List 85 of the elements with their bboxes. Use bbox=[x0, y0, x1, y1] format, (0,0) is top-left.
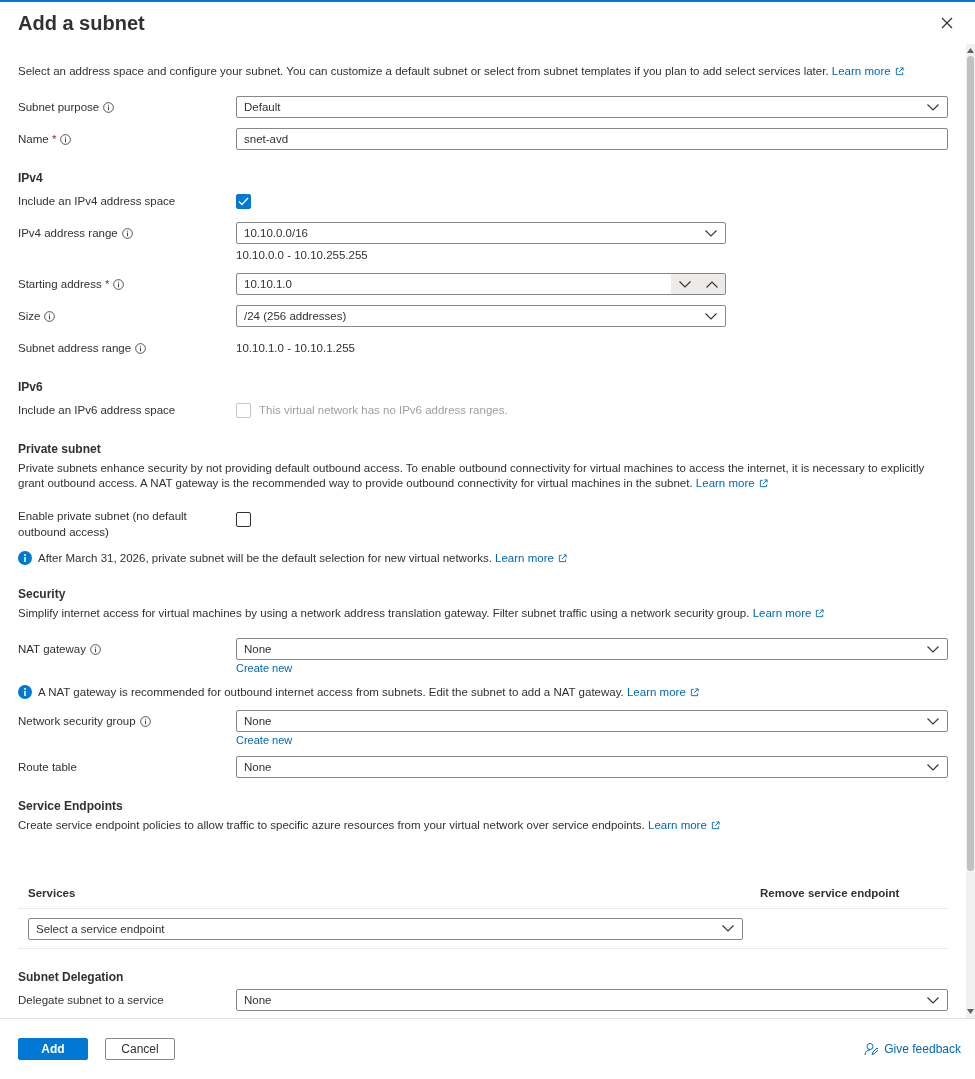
scroll-up-icon[interactable] bbox=[967, 48, 974, 53]
info-icon bbox=[18, 685, 32, 699]
info-message: A NAT gateway is recommended for outbound internet access from subnets. Edit the subnet to add a NAT gateway. Learn more bbox=[38, 684, 699, 700]
field-label: Subnet purpose bbox=[18, 100, 100, 115]
cancel-button[interactable]: Cancel bbox=[105, 1038, 175, 1060]
close-button[interactable] bbox=[939, 15, 955, 31]
info-message: After March 31, 2026, private subnet will be the default selection for new virtual networks. Learn more bbox=[38, 550, 567, 566]
field-label: Include an IPv6 address space bbox=[18, 403, 176, 418]
field-label: Starting address * bbox=[18, 277, 110, 292]
info-icon[interactable] bbox=[60, 133, 72, 145]
info-icon bbox=[18, 551, 32, 565]
scroll-down-icon[interactable] bbox=[967, 1009, 974, 1014]
checkbox[interactable] bbox=[236, 193, 251, 209]
address-input[interactable]: 10.10.1.0 bbox=[236, 273, 726, 295]
checkbox[interactable] bbox=[236, 511, 251, 527]
section-heading: Service Endpoints bbox=[18, 798, 124, 814]
section-heading: Security bbox=[18, 586, 67, 602]
field-label: Network security group bbox=[18, 714, 136, 729]
dropdown[interactable]: None bbox=[236, 756, 948, 778]
section-heading: IPv4 bbox=[18, 170, 44, 186]
external-link-icon bbox=[710, 821, 720, 830]
info-icon[interactable] bbox=[113, 278, 125, 290]
description-text: Private subnets enhance security by not providing default outbound access. To enable outbound connectivity for virtual machines to access the internet, it is necessary to explicitly grant outbound access. A NAT gateway is the recommended way to provide outbound connectivity for virtual machines in the subnet. Learn more bbox=[18, 461, 926, 491]
external-link-icon bbox=[689, 687, 699, 697]
external-link-icon bbox=[758, 479, 768, 488]
field-label: Include an IPv4 address space bbox=[18, 194, 176, 209]
external-link-icon bbox=[894, 67, 904, 76]
learn-more-link[interactable]: Learn more bbox=[831, 64, 904, 79]
field-label: Route table bbox=[18, 760, 77, 775]
column-header: Services bbox=[28, 886, 77, 899]
section-heading: Private subnet bbox=[18, 441, 102, 457]
add-button[interactable]: Add bbox=[18, 1038, 88, 1060]
learn-more-link[interactable]: Learn more bbox=[495, 550, 567, 566]
info-icon[interactable] bbox=[89, 643, 101, 655]
checkbox-note: This virtual network has no IPv6 address ranges. bbox=[259, 404, 508, 416]
description-text: Create service endpoint policies to allow traffic to specific azure resources from your virtual network over service endpoints. Learn more bbox=[18, 818, 948, 833]
create-new-link[interactable]: Create new bbox=[236, 662, 293, 674]
external-link-icon bbox=[557, 553, 567, 563]
chevron-down-icon[interactable] bbox=[678, 280, 691, 288]
section-heading: Subnet Delegation bbox=[18, 969, 125, 985]
section-heading: IPv6 bbox=[18, 379, 44, 395]
chevron-up-icon[interactable] bbox=[705, 280, 718, 288]
column-header: Remove service endpoint bbox=[760, 886, 901, 899]
learn-more-link[interactable]: Learn more bbox=[626, 684, 699, 700]
dropdown[interactable]: None bbox=[236, 638, 948, 660]
chevron-down-icon bbox=[705, 312, 717, 320]
feedback-icon bbox=[864, 1042, 879, 1056]
info-icon[interactable] bbox=[139, 715, 151, 727]
info-icon[interactable] bbox=[44, 310, 56, 322]
field-label: Delegate subnet to a service bbox=[18, 993, 164, 1008]
external-link-icon bbox=[815, 609, 825, 618]
create-new-link[interactable]: Create new bbox=[236, 734, 293, 746]
feedback-link[interactable]: Give feedback bbox=[864, 1042, 961, 1056]
field-label: Subnet address range bbox=[18, 341, 132, 356]
chevron-down-icon bbox=[927, 996, 939, 1004]
info-icon[interactable] bbox=[135, 342, 147, 354]
dropdown[interactable]: Default bbox=[236, 96, 948, 118]
chevron-down-icon bbox=[927, 645, 939, 653]
dropdown[interactable]: Select a service endpoint bbox=[28, 917, 743, 940]
chevron-down-icon bbox=[927, 763, 939, 771]
field-label: NAT gateway bbox=[18, 642, 86, 657]
dropdown[interactable]: None bbox=[236, 710, 948, 732]
learn-more-link[interactable]: Learn more bbox=[752, 606, 825, 621]
description-text: Simplify internet access for virtual machines by using a network address translation gateway. Filter subnet traffic using a network security group. Learn more bbox=[18, 606, 948, 621]
name-input[interactable]: snet-avd bbox=[236, 128, 948, 150]
chevron-down-icon bbox=[927, 103, 939, 111]
description-text: Select an address space and configure your subnet. You can customize a default subnet or select from subnet templates if you plan to add select services later. Learn more bbox=[18, 64, 948, 79]
dropdown[interactable]: 10.10.0.0/16 bbox=[236, 222, 726, 244]
dropdown[interactable]: /24 (256 addresses) bbox=[236, 305, 726, 327]
dropdown[interactable]: None bbox=[236, 989, 948, 1011]
field-label: Name * bbox=[18, 132, 57, 147]
learn-more-link[interactable]: Learn more bbox=[648, 818, 720, 833]
address-range-text: 10.10.1.0 - 10.10.1.255 bbox=[236, 341, 356, 356]
scrollbar[interactable] bbox=[966, 44, 975, 1018]
field-label: IPv4 address range bbox=[18, 226, 118, 241]
info-icon[interactable] bbox=[121, 227, 133, 239]
panel-title: Add a subnet bbox=[18, 11, 145, 35]
info-icon[interactable] bbox=[103, 101, 115, 113]
chevron-down-icon bbox=[927, 717, 939, 725]
learn-more-link[interactable]: Learn more bbox=[695, 476, 768, 491]
field-label: Size bbox=[18, 309, 41, 324]
chevron-down-icon bbox=[705, 229, 717, 237]
chevron-down-icon bbox=[722, 925, 734, 932]
field-label: Enable private subnet (no default outbound access) bbox=[18, 509, 188, 540]
helper-text: 10.10.0.0 - 10.10.255.255 bbox=[236, 248, 369, 263]
